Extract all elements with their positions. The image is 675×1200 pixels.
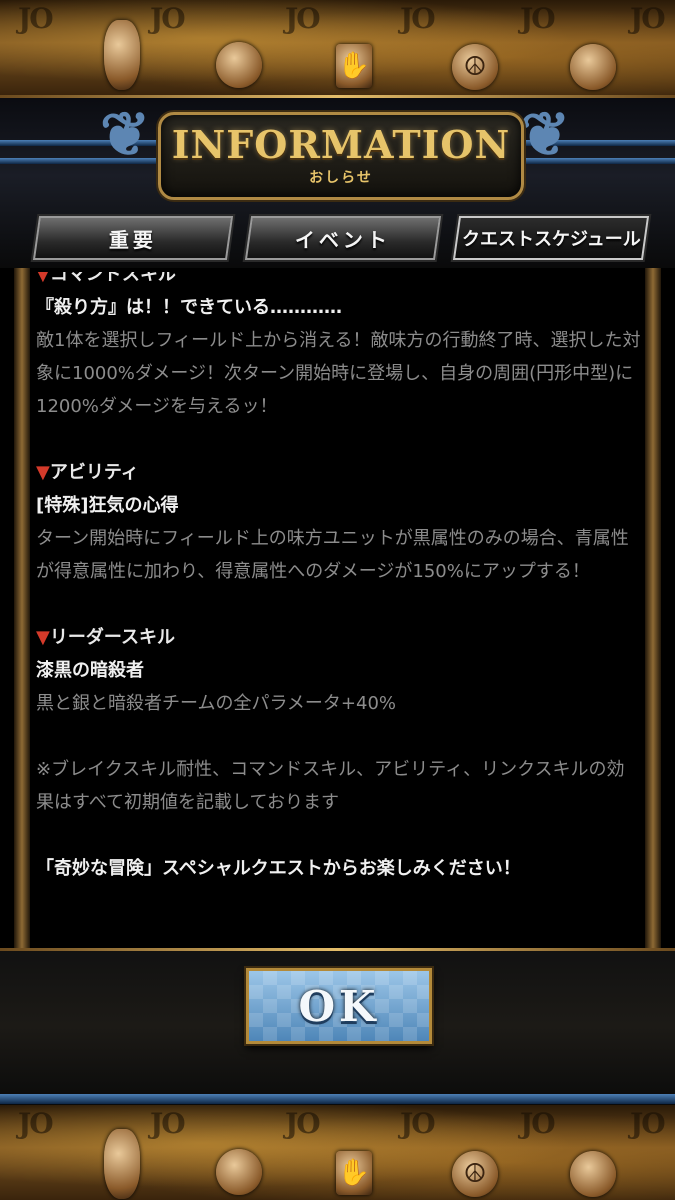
section-heading: ▼コマンドスキル bbox=[36, 272, 641, 291]
jo-logo: JO bbox=[520, 1107, 556, 1140]
hand-card-icon: ✋ bbox=[336, 44, 372, 88]
divider bbox=[0, 948, 675, 951]
stone-mask-icon bbox=[104, 1129, 140, 1199]
peace-sign-icon: ☮ bbox=[452, 1151, 498, 1197]
triangle-icon: ▼ bbox=[36, 462, 50, 483]
skill-description: 敵1体を選択しフィールド上から消える！敵味方の行動終了時、選択した対象に1000… bbox=[36, 330, 641, 417]
title-plate: INFORMATION おしらせ bbox=[158, 112, 524, 200]
jo-logo: JO bbox=[150, 1107, 186, 1140]
section-heading: ▼リーダースキル bbox=[36, 627, 175, 648]
jo-logo: JO bbox=[150, 2, 186, 35]
jo-logo: JO bbox=[400, 1107, 436, 1140]
panel-border-right bbox=[645, 268, 661, 948]
ladybug-brooch-icon bbox=[570, 44, 616, 90]
ornament-left-icon: ❦ bbox=[100, 100, 151, 170]
tab-event[interactable]: イベント bbox=[244, 216, 442, 260]
leader-skill-description: 黒と銀と暗殺者チームの全パラメータ+40% bbox=[36, 693, 397, 714]
ladybug-brooch-icon bbox=[570, 1151, 616, 1197]
ability-description: ターン開始時にフィールド上の味方ユニットが黒属性のみの場合、青属性が得意属性に加… bbox=[36, 528, 629, 582]
jo-logo: JO bbox=[520, 2, 556, 35]
info-content[interactable]: ▼コマンドスキル 『殺り方』は！！できている………… 敵1体を選択しフィールド上… bbox=[36, 272, 641, 944]
bottom-banner: JO JO JO JO JO JO ✋ ☮ bbox=[0, 1105, 675, 1200]
jo-logo: JO bbox=[285, 1107, 321, 1140]
top-banner: JO JO JO JO JO JO ✋ ☮ bbox=[0, 0, 675, 95]
arrow-emblem-icon bbox=[216, 1149, 262, 1195]
ability-name: [特殊]狂気の心得 bbox=[36, 495, 179, 516]
jo-logo: JO bbox=[18, 1107, 54, 1140]
arrow-emblem-icon bbox=[216, 42, 262, 88]
stone-mask-icon bbox=[104, 20, 140, 90]
tab-label: クエストスケジュール bbox=[461, 229, 641, 250]
note-text: ※ブレイクスキル耐性、コマンドスキル、アビリティ、リンクスキルの効果はすべて初期… bbox=[36, 759, 625, 813]
footer-rail bbox=[0, 1094, 675, 1104]
triangle-icon: ▼ bbox=[36, 272, 50, 285]
jo-logo: JO bbox=[18, 2, 54, 35]
skill-name: 『殺り方』は！！できている………… bbox=[36, 297, 342, 318]
tab-label: 重要 bbox=[109, 227, 157, 252]
jo-logo: JO bbox=[630, 1107, 666, 1140]
jo-logo: JO bbox=[285, 2, 321, 35]
closing-text: 「奇妙な冒険」スペシャルクエストからお楽しみください！ bbox=[36, 858, 521, 879]
hand-card-icon: ✋ bbox=[336, 1151, 372, 1195]
leader-skill-name: 漆黒の暗殺者 bbox=[36, 660, 144, 681]
section-heading: ▼アビリティ bbox=[36, 462, 139, 483]
page-subtitle: おしらせ bbox=[309, 170, 373, 186]
divider bbox=[0, 95, 675, 98]
jo-logo: JO bbox=[630, 2, 666, 35]
page-title: INFORMATION bbox=[171, 122, 511, 167]
tab-label: イベント bbox=[295, 227, 391, 252]
jo-logo: JO bbox=[400, 2, 436, 35]
ornament-right-icon: ❦ bbox=[520, 100, 571, 170]
tab-quest-schedule[interactable]: クエストスケジュール bbox=[452, 216, 650, 260]
peace-sign-icon: ☮ bbox=[452, 44, 498, 90]
panel-border-left bbox=[14, 268, 30, 948]
triangle-icon: ▼ bbox=[36, 627, 50, 648]
ok-button[interactable]: OK bbox=[246, 968, 432, 1044]
tab-important[interactable]: 重要 bbox=[32, 216, 234, 260]
